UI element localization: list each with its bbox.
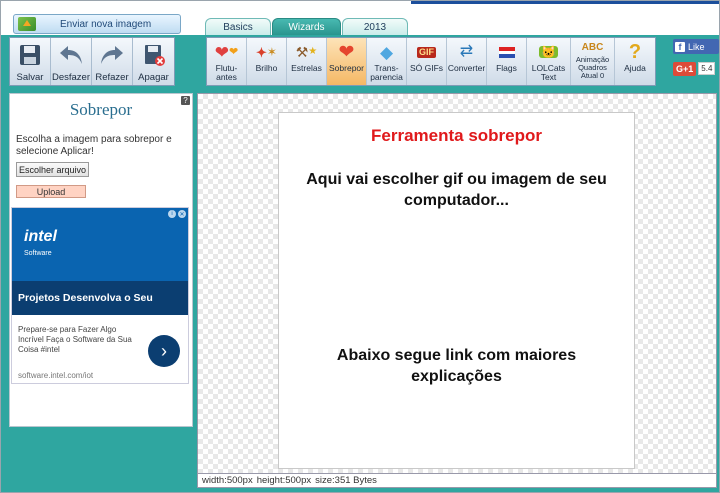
upload-button[interactable]: Upload xyxy=(16,185,86,198)
ad-info-icon: i xyxy=(168,210,176,218)
google-plus-button[interactable]: G+1 5.4 xyxy=(673,60,719,77)
gif-badge-icon: GIF xyxy=(417,46,436,58)
image-preview[interactable]: Ferramenta sobrepor Aqui vai escolher gi… xyxy=(278,112,635,469)
tool-flags-label: Flags xyxy=(496,63,517,73)
tool-overlay-label: Sobrepor xyxy=(329,63,364,73)
lolcat-icon: 🐱 xyxy=(539,45,558,59)
upload-new-image-label: Enviar nova imagem xyxy=(60,18,152,30)
tab-2013[interactable]: 2013 xyxy=(342,18,408,35)
tool-animation-label: Animação Quadros Atual 0 xyxy=(575,55,610,80)
tool-panel: ? Sobrepor Escolha a imagem para sobrepo… xyxy=(9,93,193,427)
header-accent-line xyxy=(411,1,719,4)
star-wand-icon: ⚒ ★ xyxy=(295,44,318,60)
save-button[interactable]: Salvar xyxy=(10,38,51,85)
redo-arrow-icon xyxy=(98,41,126,69)
facebook-icon: f xyxy=(675,41,685,52)
tool-animation[interactable]: ABC Animação Quadros Atual 0 xyxy=(571,38,615,85)
tool-stars[interactable]: ⚒ ★ Estrelas xyxy=(287,38,327,85)
undo-button[interactable]: Desfazer xyxy=(51,38,92,85)
status-height: height:500px xyxy=(256,475,312,486)
tool-glow-label: Brilho xyxy=(255,63,278,73)
wizard-toolbar: ❤ ❤ Flutu- antes ✦ ✶ Brilho ⚒ ★ Estrelas ❤ … xyxy=(206,37,656,86)
tool-help[interactable]: ? Ajuda xyxy=(615,38,655,85)
panel-title: Sobrepor xyxy=(69,100,133,119)
tool-only-gifs-label: SÓ GIFs xyxy=(409,63,444,73)
redo-button[interactable]: Refazer xyxy=(92,38,133,85)
question-mark-icon: ? xyxy=(628,41,642,63)
toolbar: Salvar Desfazer Refazer Apagar ❤ ❤ Flutu… xyxy=(9,35,719,87)
delete-icon xyxy=(140,41,168,69)
tool-stars-label: Estrelas xyxy=(291,63,322,73)
flag-icon xyxy=(495,41,519,63)
redo-label: Refazer xyxy=(95,72,129,83)
facebook-like-label: Like xyxy=(688,41,705,52)
tool-glow[interactable]: ✦ ✶ Brilho xyxy=(247,38,287,85)
status-width: width:500px xyxy=(202,475,253,486)
tab-basics[interactable]: Basics xyxy=(205,18,271,35)
ad-banner[interactable]: i ✕ intel Software Projetos Desenvolva o S… xyxy=(11,207,189,384)
panel-description: Escolha a imagem para sobrepor e selecio… xyxy=(16,134,172,157)
save-label: Salvar xyxy=(16,72,44,83)
tool-floating[interactable]: ❤ ❤ Flutu- antes xyxy=(207,38,247,85)
floppy-disk-icon xyxy=(16,41,44,69)
tool-only-gifs[interactable]: GIF SÓ GIFs xyxy=(407,38,447,85)
google-plus-count: 5.4 xyxy=(698,62,716,75)
facebook-like-button[interactable]: f Like xyxy=(673,39,719,54)
tool-transparency[interactable]: ◆ Trans- parencia xyxy=(367,38,407,85)
tool-lolcats-label: LOLCats Text xyxy=(531,63,566,82)
ad-hero: i ✕ intel Software Projetos Desenvolva o S… xyxy=(12,208,188,315)
ad-logo: intel Software xyxy=(24,228,57,257)
ad-arrow-button[interactable]: › xyxy=(148,335,180,367)
canvas-area: Ferramenta sobrepor Aqui vai escolher gi… xyxy=(197,93,717,474)
tool-transparency-label: Trans- parencia xyxy=(370,63,403,82)
tool-lolcats[interactable]: 🐱 LOLCats Text xyxy=(527,38,571,85)
ad-body: Prepare-se para Fazer Algo Incrível Faça… xyxy=(18,325,132,354)
ad-choices[interactable]: i ✕ xyxy=(168,210,186,218)
app-frame: Enviar nova imagem Basics Wizards 2013 S… xyxy=(0,0,720,493)
ad-brand: intel xyxy=(24,228,57,245)
image-title: Ferramenta sobrepor xyxy=(371,126,542,145)
undo-arrow-icon xyxy=(57,41,85,69)
edit-toolbar: Salvar Desfazer Refazer Apagar xyxy=(9,37,175,86)
abc-blocks-icon: ABC xyxy=(581,42,604,53)
tool-convert-label: Converter xyxy=(447,63,486,73)
floating-hearts-icon: ❤ ❤ xyxy=(214,42,239,62)
sparkle-text-icon: ✦ ✶ xyxy=(256,44,277,60)
image-text-line1: Aqui vai escolher gif ou imagem de seu c… xyxy=(306,171,607,209)
diamond-icon: ◆ xyxy=(379,42,394,62)
status-bar: width:500px height:500px size:351 Bytes xyxy=(197,474,717,488)
tool-convert[interactable]: ⇄ Converter xyxy=(447,38,487,85)
tool-floating-label: Flutu- antes xyxy=(215,63,238,82)
upload-icon xyxy=(18,17,36,31)
ad-brand-sub: Software xyxy=(24,250,52,257)
help-icon[interactable]: ? xyxy=(181,96,190,105)
tool-overlay[interactable]: ❤ Sobrepor xyxy=(327,38,367,85)
tool-flags[interactable]: Flags xyxy=(487,38,527,85)
ad-close-icon: ✕ xyxy=(178,210,186,218)
google-plus-label: G+1 xyxy=(673,61,697,76)
upload-new-image-button[interactable]: Enviar nova imagem xyxy=(13,14,181,34)
choose-file-button[interactable]: Escolher arquivo xyxy=(16,162,89,177)
undo-label: Desfazer xyxy=(51,72,90,83)
social-buttons: f Like G+1 5.4 xyxy=(673,39,719,77)
tool-help-label: Ajuda xyxy=(624,63,646,73)
delete-button[interactable]: Apagar xyxy=(133,38,174,85)
ad-headline: Projetos Desenvolva o Seu xyxy=(12,281,188,315)
ad-url: software.intel.com/iot xyxy=(18,371,94,380)
overlay-hearts-icon: ❤ xyxy=(338,41,355,63)
image-text-line2: Abaixo segue link com maiores explicaçõe… xyxy=(336,347,577,385)
status-size: size:351 Bytes xyxy=(315,475,377,486)
delete-label: Apagar xyxy=(138,72,169,83)
convert-icon: ⇄ xyxy=(459,43,474,60)
tab-wizards[interactable]: Wizards xyxy=(272,18,341,35)
